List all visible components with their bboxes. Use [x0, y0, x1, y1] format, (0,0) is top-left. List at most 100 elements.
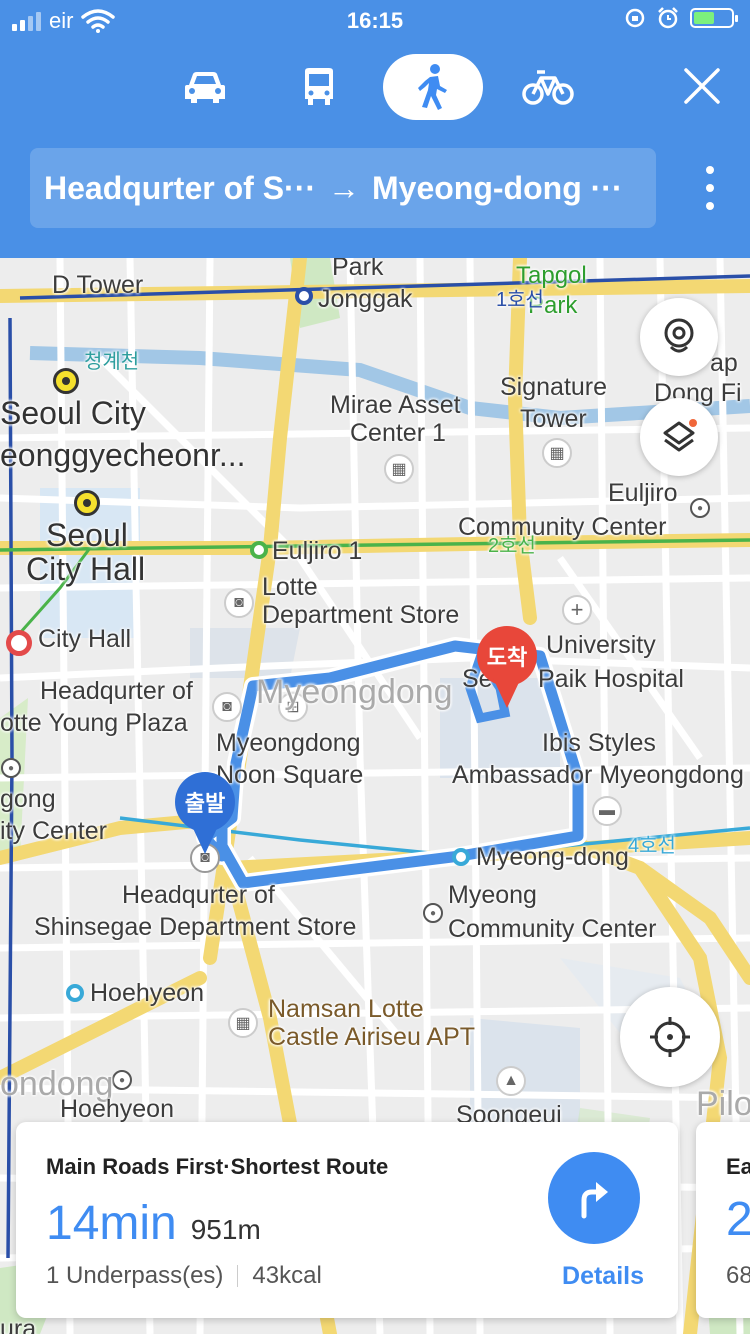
map-label: Euljiro: [608, 479, 678, 507]
map-label: Noon Square: [216, 761, 364, 789]
map-label: Pilo: [696, 1085, 750, 1123]
map-label: Hoehyeon: [90, 979, 204, 1007]
station-hoehyeon[interactable]: [66, 984, 84, 1002]
mode-bike-button[interactable]: [518, 54, 578, 120]
map-label: eonggyecheonr...: [0, 437, 246, 473]
end-pin-label: 도착: [477, 626, 537, 686]
shopping-bag-icon[interactable]: ◙: [224, 588, 254, 618]
route-option-2-meta: 68: [726, 1262, 750, 1289]
map-label: ity Center: [0, 817, 107, 845]
mode-bus-button[interactable]: [288, 54, 350, 120]
alarm-icon: [658, 7, 678, 29]
route-time-row: 14min 951m: [46, 1196, 261, 1251]
end-pin-tip: [493, 678, 521, 708]
start-pin-label: 출발: [175, 772, 235, 832]
status-bar: eir 16:15: [0, 0, 750, 42]
school-icon[interactable]: ▲: [496, 1066, 526, 1096]
map-label: Ambassador Myeongdong: [452, 761, 744, 789]
start-pin-tip: [191, 824, 219, 854]
mode-walk-button[interactable]: [383, 54, 483, 120]
community-center-marker[interactable]: ●: [1, 758, 21, 778]
map-label: 4호선: [628, 835, 676, 857]
route-option-2-duration: 2: [726, 1193, 750, 1246]
map-label: Namsan Lotte: [268, 995, 424, 1023]
bus-stop-marker[interactable]: [53, 368, 79, 394]
close-button[interactable]: [682, 66, 722, 106]
battery-icon: [690, 8, 738, 28]
map-label: 2호선: [488, 535, 536, 557]
hospital-icon[interactable]: +: [562, 595, 592, 625]
transport-modes: [0, 54, 750, 120]
location-target-icon: [650, 1017, 690, 1057]
hotel-icon[interactable]: ▬: [592, 796, 622, 826]
station-city-hall[interactable]: [6, 630, 32, 656]
bus-icon: [305, 68, 333, 105]
mode-car-button[interactable]: [174, 54, 236, 120]
bus-stop-marker[interactable]: [74, 490, 100, 516]
station-jonggak[interactable]: [295, 287, 313, 305]
shopping-bag-icon[interactable]: ◙: [212, 692, 242, 722]
building-icon[interactable]: ▦: [542, 438, 572, 468]
map-label: Euljiro 1: [272, 537, 363, 565]
close-icon: [684, 68, 720, 104]
building-icon[interactable]: ▦: [384, 454, 414, 484]
map-label: Headqurter of: [40, 677, 193, 705]
route-arrow: →: [328, 169, 360, 206]
street-view-icon: [664, 318, 694, 353]
start-pin[interactable]: 출발: [175, 772, 235, 854]
my-location-button[interactable]: [620, 987, 720, 1087]
end-pin[interactable]: 도착: [477, 626, 537, 708]
route-distance: 951m: [190, 1214, 261, 1245]
station-myeongdong[interactable]: [452, 848, 470, 866]
start-navigation-button[interactable]: [548, 1152, 640, 1244]
route-option-2-title: Ea: [726, 1154, 750, 1179]
route-duration: 14min: [46, 1197, 177, 1250]
calories: 43kcal: [252, 1262, 322, 1289]
details-link[interactable]: Details: [562, 1262, 644, 1291]
community-center-marker[interactable]: ●: [690, 498, 710, 518]
route-summary-field[interactable]: Headqurter of S··· → Myeong-dong ···: [30, 148, 656, 228]
map-label: Tower: [520, 405, 587, 433]
map-label: Community Center: [448, 915, 657, 943]
more-dot: [706, 184, 714, 192]
map-label: University: [546, 631, 656, 659]
more-dot: [706, 166, 714, 174]
map-label: Center 1: [350, 419, 446, 447]
community-center-marker[interactable]: ●: [423, 903, 443, 923]
destination-label: Myeong-dong ···: [372, 169, 623, 206]
map-label: Jonggak: [318, 285, 413, 313]
map-label: Headqurter of: [122, 881, 275, 909]
layers-icon: [663, 419, 697, 452]
bike-icon: [522, 70, 574, 105]
map-label: Myeongdong: [216, 729, 361, 757]
route-option-card-2[interactable]: Ea 2 68: [696, 1122, 750, 1318]
meta-divider: [237, 1265, 239, 1287]
status-icons: [624, 6, 738, 30]
walk-icon: [418, 64, 447, 110]
underpass-count: 1 Underpass(es): [46, 1262, 224, 1289]
map-label: D Tower: [52, 271, 144, 299]
more-options-button[interactable]: [700, 166, 720, 210]
station-euljiro1[interactable]: [250, 541, 268, 559]
rotation-lock-icon: [625, 8, 645, 28]
map-label: 1호선: [496, 289, 544, 311]
map-layers-button[interactable]: [640, 398, 718, 476]
map-label: Lotte: [262, 573, 318, 601]
map-label: Hoehyeon: [60, 1095, 174, 1123]
map-label: City Hall: [38, 625, 132, 653]
map-label: Ibis Styles: [542, 729, 656, 757]
map-label: Mirae Asset: [330, 391, 461, 419]
street-view-button[interactable]: [640, 298, 718, 376]
route-option-card[interactable]: Main Roads First·Shortest Route 14min 95…: [16, 1122, 678, 1318]
route-option-title: Main Roads First·Shortest Route: [46, 1154, 389, 1179]
map-label: Myeongdong: [256, 673, 453, 711]
map-label: Myeong-dong: [476, 843, 629, 871]
map-label: Park: [332, 258, 384, 281]
map-label: otte Young Plaza: [0, 709, 188, 737]
origin-label: Headqurter of S···: [44, 169, 316, 206]
community-center-marker[interactable]: ●: [112, 1070, 132, 1090]
apartment-icon[interactable]: ▦: [228, 1008, 258, 1038]
car-icon: [185, 72, 225, 103]
map-label: Seoul City: [0, 395, 146, 431]
map-label: gong: [0, 785, 56, 813]
